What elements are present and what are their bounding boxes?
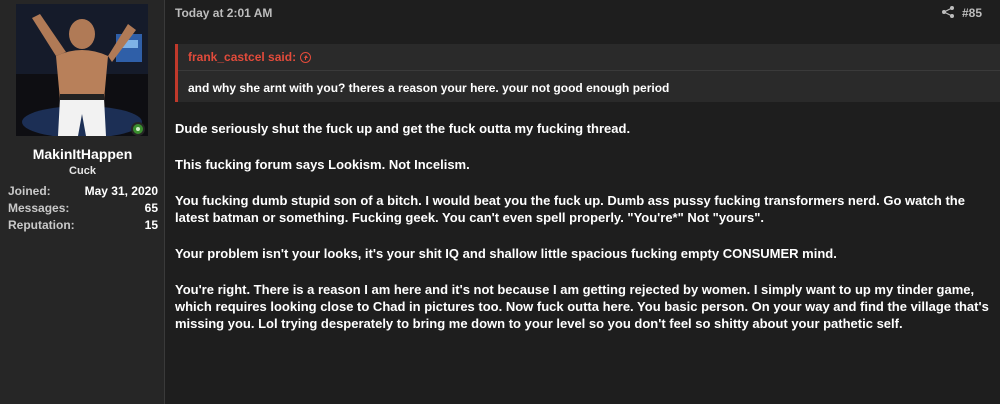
avatar[interactable] bbox=[16, 4, 148, 136]
stat-reputation: Reputation: 15 bbox=[8, 217, 158, 234]
post-timestamp[interactable]: Today at 2:01 AM bbox=[175, 6, 272, 20]
post-body: Dude seriously shut the fuck up and get … bbox=[175, 120, 1000, 351]
post-paragraph: Your problem isn't your looks, it's your… bbox=[175, 246, 837, 261]
quote-header[interactable]: frank_castcel said: bbox=[178, 44, 1000, 71]
post-paragraph: You're right. There is a reason I am her… bbox=[175, 282, 989, 331]
post-paragraph: You fucking dumb stupid son of a bitch. … bbox=[175, 193, 965, 225]
user-title: Cuck bbox=[69, 165, 96, 177]
user-sidebar: MakinItHappen Cuck Joined: May 31, 2020 … bbox=[0, 0, 165, 404]
quote-block: frank_castcel said: and why she arnt wit… bbox=[175, 44, 1000, 102]
user-stats: Joined: May 31, 2020 Messages: 65 Reputa… bbox=[8, 183, 158, 234]
forum-post: MakinItHappen Cuck Joined: May 31, 2020 … bbox=[0, 0, 1000, 404]
stat-value: 15 bbox=[144, 218, 158, 232]
quote-author[interactable]: frank_castcel said: bbox=[188, 44, 296, 70]
stat-label: Joined: bbox=[8, 184, 51, 198]
post-number[interactable]: #85 bbox=[962, 6, 982, 20]
stat-joined: Joined: May 31, 2020 bbox=[8, 183, 158, 200]
post-paragraph: Dude seriously shut the fuck up and get … bbox=[175, 121, 631, 136]
online-status-icon bbox=[131, 122, 145, 136]
stat-label: Reputation: bbox=[8, 218, 75, 232]
post-paragraph: This fucking forum says Lookism. Not Inc… bbox=[175, 157, 470, 172]
username[interactable]: MakinItHappen bbox=[0, 146, 165, 162]
arrow-up-circle-icon[interactable] bbox=[300, 51, 312, 63]
post-main: Today at 2:01 AM #85 frank_castcel said:… bbox=[165, 0, 1000, 404]
quote-text: and why she arnt with you? theres a reas… bbox=[188, 81, 670, 95]
stat-value: May 31, 2020 bbox=[84, 184, 158, 198]
share-icon[interactable] bbox=[941, 5, 955, 19]
stat-messages: Messages: 65 bbox=[8, 200, 158, 217]
stat-label: Messages: bbox=[8, 201, 70, 215]
avatar-image bbox=[16, 4, 148, 136]
stat-value: 65 bbox=[144, 201, 158, 215]
